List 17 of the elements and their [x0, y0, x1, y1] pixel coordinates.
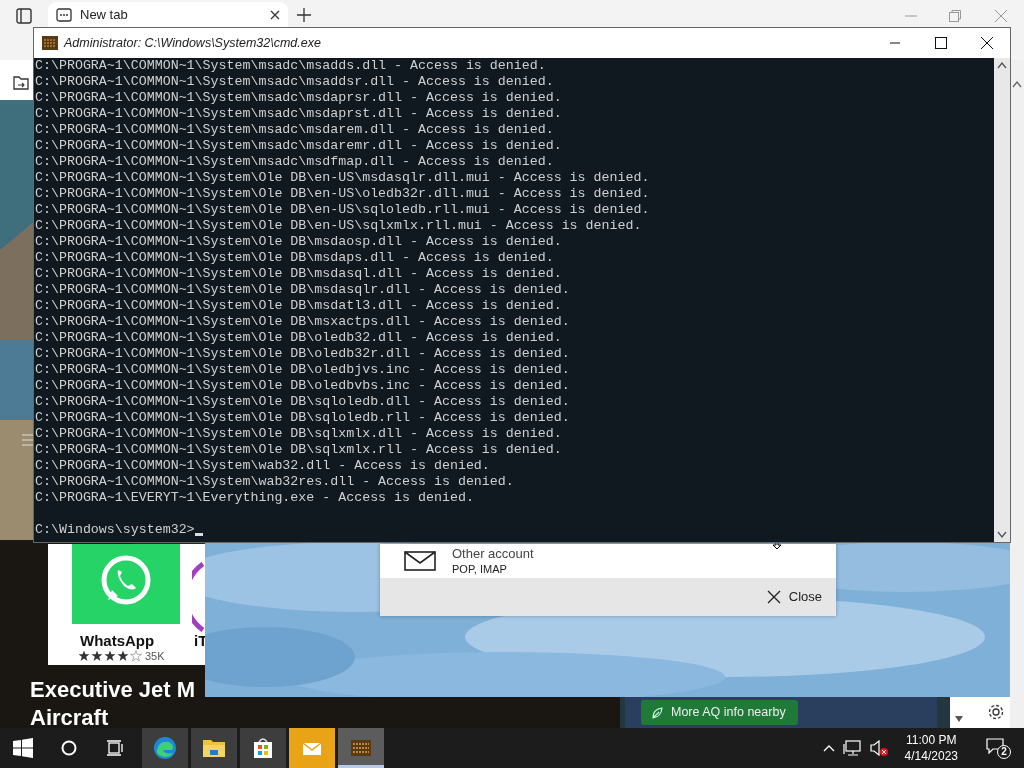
circle-icon [61, 740, 77, 756]
edge-icon [153, 736, 177, 760]
network-icon[interactable] [842, 740, 861, 756]
taskbar-app-button[interactable] [142, 728, 188, 768]
clock[interactable]: 11:00 PM 4/14/2023 [896, 732, 966, 764]
taskbar-app-button[interactable] [240, 728, 286, 768]
notification-count: 2 [997, 745, 1011, 759]
taskbar-app-button[interactable] [191, 728, 237, 768]
volume-icon[interactable] [868, 740, 889, 756]
clock-time: 11:00 PM [905, 732, 958, 748]
taskbar-app-button[interactable] [338, 728, 384, 768]
clock-date: 4/14/2023 [904, 748, 958, 764]
chevron-up-icon[interactable] [822, 744, 835, 752]
notifications-button[interactable]: 2 [974, 728, 1020, 768]
task-view-icon [106, 740, 124, 756]
shopping-bag-icon [251, 736, 275, 760]
windows-icon [13, 738, 33, 758]
